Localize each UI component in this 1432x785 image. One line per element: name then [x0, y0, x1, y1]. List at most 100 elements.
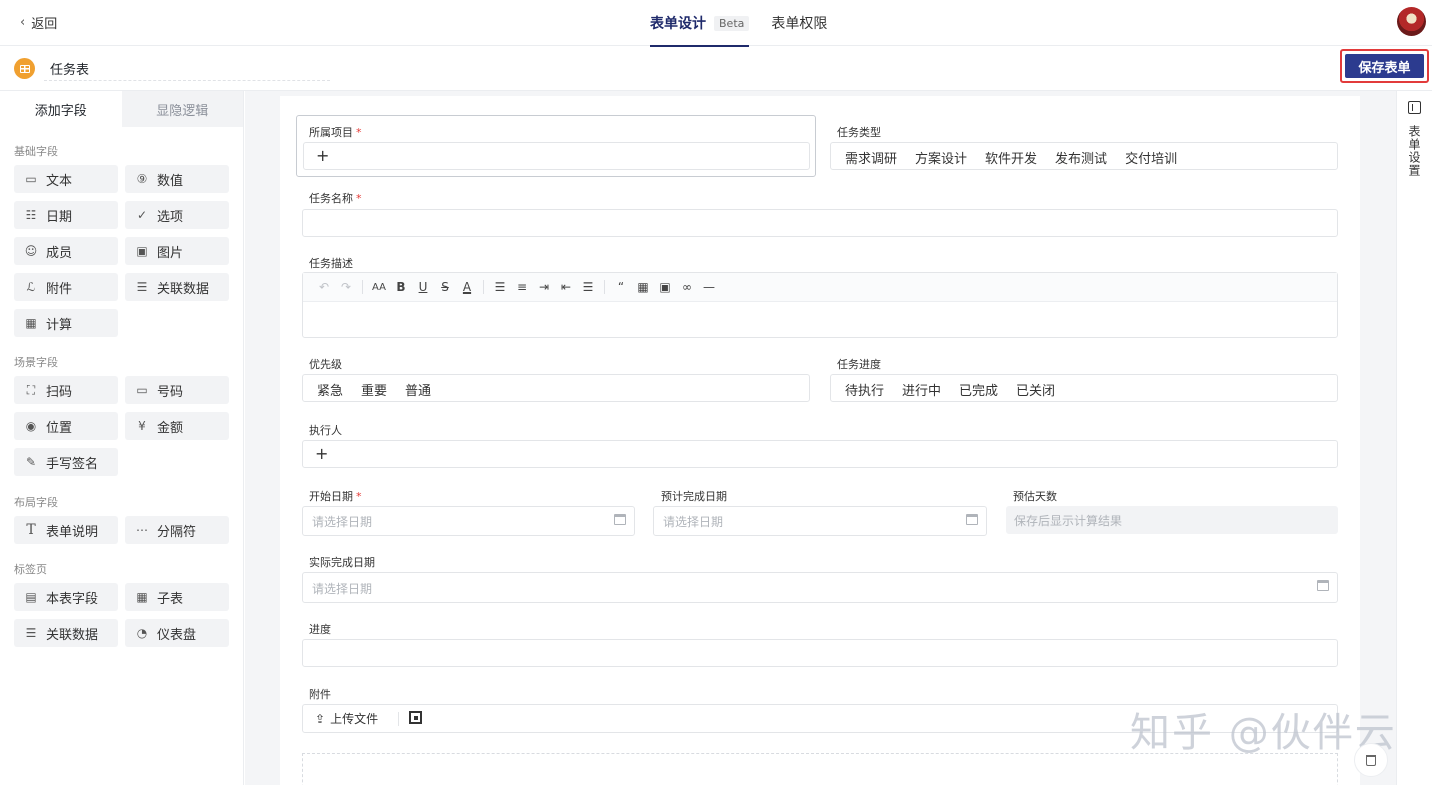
field-attachment-button[interactable]: ℒ 附件: [14, 273, 118, 301]
task-progress-options: 待执行 进行中 已完成 已关闭: [830, 374, 1338, 402]
start-date-label: 开始日期 *: [309, 490, 362, 503]
assignee-input[interactable]: +: [302, 440, 1338, 468]
ordered-list-icon[interactable]: ☰: [489, 276, 511, 298]
back-label: 返回: [31, 17, 58, 32]
form-settings-label[interactable]: 表单设置: [1407, 125, 1421, 177]
planned-end-label: 预计完成日期: [661, 490, 727, 503]
field-option-button[interactable]: ✓ 选项: [125, 201, 229, 229]
bold-icon[interactable]: B: [390, 276, 412, 298]
tab-form-design-label: 表单设计: [650, 16, 706, 32]
save-form-button[interactable]: 保存表单: [1345, 54, 1424, 78]
progress-input[interactable]: [302, 639, 1338, 667]
location-pin-icon: ◉: [25, 419, 37, 433]
image-icon[interactable]: ▣: [654, 276, 676, 298]
option-release-test[interactable]: 发布测试: [1055, 148, 1107, 167]
field-date-button[interactable]: ☷ 日期: [14, 201, 118, 229]
option-requirement-research[interactable]: 需求调研: [845, 148, 897, 167]
trash-icon: [1366, 754, 1376, 766]
task-name-input[interactable]: [302, 209, 1338, 237]
link-icon[interactable]: ∞: [676, 276, 698, 298]
start-date-placeholder: 请选择日期: [312, 515, 373, 529]
field-scan-button[interactable]: ⛶ 扫码: [14, 376, 118, 404]
tab-form-design[interactable]: 表单设计 Beta: [650, 0, 750, 47]
actual-end-input[interactable]: 请选择日期: [302, 572, 1338, 603]
align-icon[interactable]: ☰: [577, 276, 599, 298]
avatar[interactable]: [1397, 7, 1426, 36]
field-subtable-button[interactable]: ▦ 子表: [125, 583, 229, 611]
strikethrough-icon[interactable]: S: [434, 276, 456, 298]
text-field-icon: ▭: [25, 172, 37, 186]
project-label: 所属项目 *: [309, 126, 362, 139]
planned-end-input[interactable]: 请选择日期: [653, 506, 987, 536]
plus-icon[interactable]: +: [316, 146, 329, 165]
back-button[interactable]: ‹ 返回: [20, 13, 57, 32]
calendar-icon: ☷: [25, 208, 37, 222]
field-linked-data-button[interactable]: ☰ 关联数据: [125, 273, 229, 301]
field-phone-button[interactable]: ▭ 号码: [125, 376, 229, 404]
option-software-dev[interactable]: 软件开发: [985, 148, 1037, 167]
field-text-label: 文本: [46, 173, 73, 189]
underline-icon[interactable]: U: [412, 276, 434, 298]
field-dashboard-button[interactable]: ◔ 仪表盘: [125, 619, 229, 647]
group-title-basic: 基础字段: [14, 145, 58, 158]
field-location-button[interactable]: ◉ 位置: [14, 412, 118, 440]
calendar-icon[interactable]: [1317, 580, 1329, 591]
trash-button[interactable]: [1354, 743, 1388, 777]
option-urgent[interactable]: 紧急: [317, 380, 343, 399]
tab-add-field[interactable]: 添加字段: [0, 91, 122, 127]
option-normal[interactable]: 普通: [405, 380, 431, 399]
option-delivery-training[interactable]: 交付培训: [1125, 148, 1177, 167]
table-icon[interactable]: ▦: [632, 276, 654, 298]
form-name[interactable]: 任务表: [50, 59, 89, 78]
field-member-button[interactable]: ☺ 成员: [14, 237, 118, 265]
start-date-input[interactable]: 请选择日期: [302, 506, 635, 536]
option-solution-design[interactable]: 方案设计: [915, 148, 967, 167]
field-signature-button[interactable]: ✎ 手写签名: [14, 448, 118, 476]
option-pending[interactable]: 待执行: [845, 380, 884, 399]
grid-icon: ▦: [136, 590, 148, 604]
field-divider-button[interactable]: ⋯ 分隔符: [125, 516, 229, 544]
field-amount-button[interactable]: ¥ 金额: [125, 412, 229, 440]
group-title-tabs: 标签页: [14, 563, 47, 576]
group-title-layout: 布局字段: [14, 496, 58, 509]
option-important[interactable]: 重要: [361, 380, 387, 399]
upload-file-button[interactable]: ⇪ 上传文件: [315, 710, 378, 727]
field-table-fields-button[interactable]: ▤ 本表字段: [14, 583, 118, 611]
dashboard-icon: ◔: [136, 626, 148, 640]
qr-code-icon[interactable]: [409, 711, 422, 724]
calendar-icon[interactable]: [614, 514, 626, 525]
est-days-label: 预估天数: [1013, 490, 1057, 503]
indent-icon[interactable]: ⇥: [533, 276, 555, 298]
redo-icon[interactable]: ↷: [335, 276, 357, 298]
field-text-button[interactable]: ▭ 文本: [14, 165, 118, 193]
linked-data-icon: ☰: [136, 280, 148, 294]
scan-icon: ⛶: [26, 382, 36, 397]
undo-icon[interactable]: ↶: [313, 276, 335, 298]
table-fields-icon: ▤: [25, 590, 37, 604]
horizontal-rule-icon[interactable]: —: [698, 276, 720, 298]
field-location-label: 位置: [46, 420, 73, 436]
field-linked-data-tab-button[interactable]: ☰ 关联数据: [14, 619, 118, 647]
project-input[interactable]: +: [303, 142, 810, 170]
tab-visibility-logic[interactable]: 显隐逻辑: [121, 91, 243, 127]
bullet-list-icon[interactable]: ≡: [511, 276, 533, 298]
font-size-icon[interactable]: AA: [368, 276, 390, 298]
option-in-progress[interactable]: 进行中: [902, 380, 941, 399]
quote-icon[interactable]: “: [610, 276, 632, 298]
tab-form-permissions[interactable]: 表单权限: [771, 0, 827, 46]
field-number-button[interactable]: ⑨ 数值: [125, 165, 229, 193]
font-color-icon[interactable]: A: [456, 276, 478, 298]
calendar-icon[interactable]: [966, 514, 978, 525]
group-title-scenario: 场景字段: [14, 356, 58, 369]
field-image-button[interactable]: ▣ 图片: [125, 237, 229, 265]
field-calc-button[interactable]: ▦ 计算: [14, 309, 118, 337]
outdent-icon[interactable]: ⇤: [555, 276, 577, 298]
option-completed[interactable]: 已完成: [959, 380, 998, 399]
collapse-panel-icon[interactable]: [1408, 101, 1421, 114]
field-dashboard-label: 仪表盘: [157, 627, 197, 643]
actual-end-placeholder: 请选择日期: [312, 582, 373, 596]
plus-icon[interactable]: +: [315, 444, 328, 463]
calculator-icon: ▦: [25, 316, 37, 330]
field-description-button[interactable]: T 表单说明: [14, 516, 118, 544]
option-closed[interactable]: 已关闭: [1016, 380, 1055, 399]
